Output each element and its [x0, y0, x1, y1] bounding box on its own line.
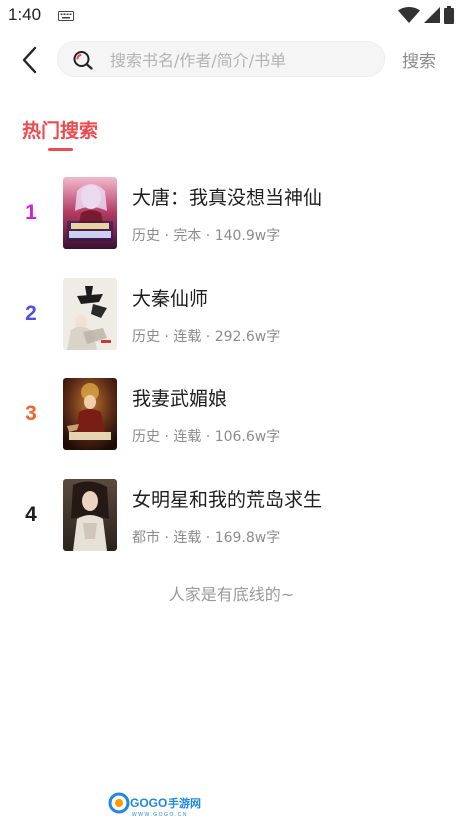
search-icon: [73, 51, 93, 70]
gogo-watermark-logo: GOGO 手游网 WWW.GOGO.CN: [108, 792, 201, 818]
svg-text:手游网: 手游网: [168, 796, 201, 810]
section-title-underline: [48, 148, 73, 151]
list-item[interactable]: 4 女明星和我的荒岛求生 都市 · 连载 · 169.8w字: [0, 478, 463, 580]
status-time: 1:40: [8, 5, 42, 24]
list-end-note: 人家是有底线的~: [168, 585, 295, 604]
rank-number: 1: [25, 201, 37, 224]
book-title: 女明星和我的荒岛求生: [132, 488, 323, 511]
book-meta: 历史 · 完本 · 140.9w字: [132, 228, 281, 244]
rank-number: 2: [25, 301, 37, 325]
top-bar: 搜索: [0, 38, 463, 82]
search-input[interactable]: [110, 49, 370, 71]
book-cover: [63, 277, 117, 350]
book-cover: [63, 177, 117, 249]
hot-search-list: 1 大唐：我真没想当神仙 历史 · 完本 · 140.9w字 2 大秦仙师 历史…: [0, 177, 463, 579]
back-button[interactable]: [12, 42, 48, 78]
wifi-icon: [398, 7, 420, 23]
list-item[interactable]: 3 我妻武媚娘 历史 · 连载 · 106.6w字: [0, 378, 463, 479]
book-cover: [63, 478, 117, 551]
section-title: 热门搜索: [22, 120, 99, 142]
book-meta: 历史 · 连载 · 292.6w字: [132, 328, 281, 345]
svg-text:WWW.GOGO.CN: WWW.GOGO.CN: [132, 812, 188, 818]
battery-icon: [444, 6, 454, 24]
list-item[interactable]: 1 大唐：我真没想当神仙 历史 · 完本 · 140.9w字: [0, 177, 463, 278]
status-icons: [398, 5, 454, 25]
list-item[interactable]: 2 大秦仙师 历史 · 连载 · 292.6w字: [0, 277, 463, 379]
book-cover: [63, 378, 117, 450]
svg-text:GOGO: GOGO: [130, 796, 167, 810]
chevron-left-icon: [22, 46, 37, 74]
book-title: 大秦仙师: [132, 287, 209, 310]
book-meta: 都市 · 连载 · 169.8w字: [132, 529, 281, 546]
rank-number: 4: [25, 502, 37, 526]
book-title: 我妻武媚娘: [132, 388, 228, 410]
status-bar: 1:40: [0, 0, 463, 32]
book-title: 大唐：我真没想当神仙: [132, 187, 323, 209]
rank-number: 3: [25, 402, 37, 425]
search-button[interactable]: 搜索: [402, 47, 436, 72]
keyboard-icon: [58, 11, 74, 21]
signal-icon: [424, 7, 440, 23]
book-meta: 历史 · 连载 · 106.6w字: [132, 429, 281, 445]
search-box[interactable]: [57, 41, 385, 77]
